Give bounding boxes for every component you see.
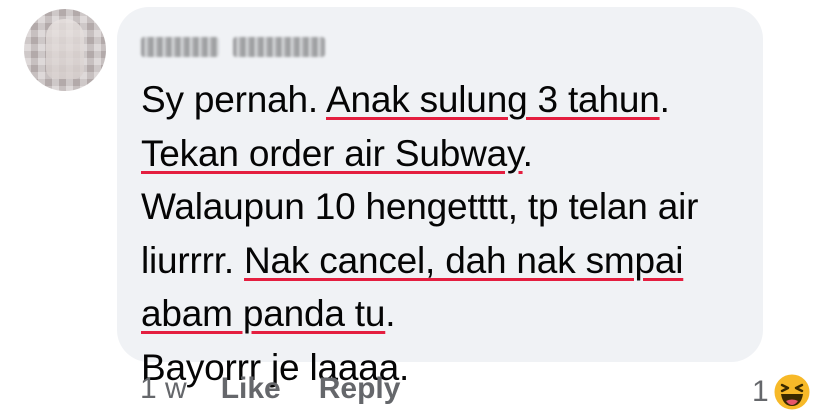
haha-emoji-icon: [772, 372, 812, 412]
comment-actions: 1 w Like Reply: [140, 372, 438, 406]
avatar-blurred-photo: [46, 19, 84, 79]
avatar[interactable]: [24, 9, 106, 91]
comment-text-segment: .: [659, 79, 670, 120]
comment-text-segment: liurrrr.: [141, 239, 245, 281]
comment-line: Tekan order air Subway.: [141, 127, 751, 181]
comment-text: Sy pernah. Anak sulung 3 tahun. Tekan or…: [141, 73, 751, 394]
reaction-summary[interactable]: 1: [752, 372, 812, 412]
comment-text-segment: .: [522, 132, 533, 174]
comment-underlined-segment: Nak cancel, dah nak smpai: [244, 239, 684, 281]
comment-underlined-segment: Tekan order air Subway: [141, 132, 523, 174]
comment-timestamp[interactable]: 1 w: [140, 372, 187, 406]
comment-line: Walaupun 10 hengetttt, tp telan air: [141, 180, 751, 234]
name-blur-block: [141, 37, 219, 57]
comment-text-segment: Sy pernah.: [141, 79, 326, 120]
name-blur-block: [233, 37, 325, 57]
comment-line: liurrrr. Nak cancel, dah nak smpai: [141, 234, 751, 288]
like-button[interactable]: Like: [221, 372, 281, 406]
reply-button[interactable]: Reply: [319, 372, 401, 406]
comment-bubble: Sy pernah. Anak sulung 3 tahun. Tekan or…: [117, 7, 763, 388]
comment-text-segment: .: [385, 293, 396, 334]
comment-underlined-segment: Anak sulung 3 tahun: [326, 79, 660, 120]
comment-line: abam panda tu.: [141, 287, 751, 341]
commenter-name-blurred[interactable]: [141, 34, 325, 60]
comment-line: Sy pernah. Anak sulung 3 tahun.: [141, 73, 751, 127]
comment-underlined-segment: abam panda tu: [141, 293, 386, 334]
comment-text-segment: Walaupun 10 hengetttt, tp telan air: [141, 186, 699, 227]
reaction-count: 1: [752, 375, 769, 408]
